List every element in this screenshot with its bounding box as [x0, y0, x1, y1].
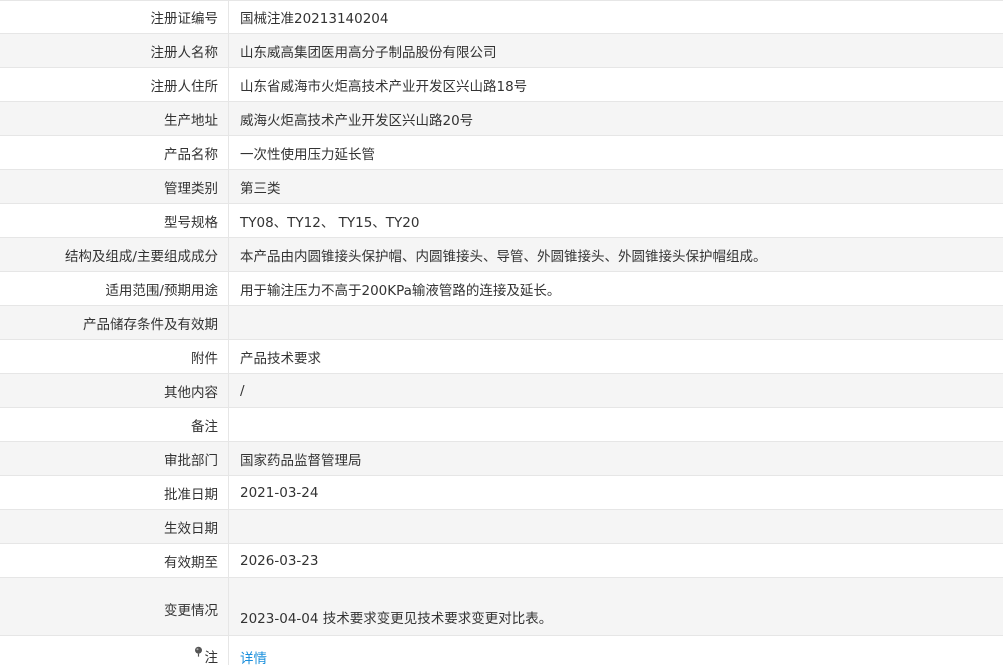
field-value: 2023-04-04 技术要求变更见技术要求变更对比表。	[229, 578, 1003, 635]
field-value: 山东省威海市火炬高技术产业开发区兴山路18号	[240, 78, 528, 95]
field-value	[229, 408, 1003, 441]
row-attachment: 附件 产品技术要求	[0, 340, 1003, 374]
field-label: 附件	[0, 340, 229, 373]
field-value: 国家药品监督管理局	[229, 442, 1003, 475]
note-value-cell: 详情	[229, 636, 1003, 665]
field-label: 其他内容	[0, 374, 229, 407]
row-registrant-address: 注册人住所 山东省威海市火炬高技术产业开发区兴山路18号	[0, 68, 1003, 102]
field-label: 产品储存条件及有效期	[0, 306, 229, 339]
row-intended-use: 适用范围/预期用途 用于输注压力不高于200KPa输液管路的连接及延长。	[0, 272, 1003, 306]
field-value: 国械注准20213140204	[240, 11, 389, 27]
row-approval-department: 审批部门 国家药品监督管理局	[0, 442, 1003, 476]
field-value: 用于输注压力不高于200KPa输液管路的连接及延长。	[240, 282, 561, 299]
field-label: 变更情况	[0, 578, 229, 635]
field-value: 第三类	[229, 170, 1003, 203]
field-value: TY08、TY12、 TY15、TY20	[240, 214, 420, 231]
row-valid-until: 有效期至 2026-03-23	[0, 544, 1003, 578]
field-label: 管理类别	[0, 170, 229, 203]
row-effective-date: 生效日期	[0, 510, 1003, 544]
field-value: 本产品由内圆锥接头保护帽、内圆锥接头、导管、外圆锥接头、外圆锥接头保护帽组成。	[229, 238, 1003, 271]
field-label: 注册人名称	[0, 34, 229, 67]
row-other-content: 其他内容 /	[0, 374, 1003, 408]
note-label: 注	[204, 650, 219, 665]
field-label: 型号规格	[0, 204, 229, 237]
field-label: 有效期至	[0, 544, 229, 577]
field-value	[229, 510, 1003, 543]
field-label: 生效日期	[0, 510, 229, 543]
field-label: 注册人住所	[0, 68, 229, 101]
field-value: 山东威高集团医用高分子制品股份有限公司	[229, 34, 1003, 67]
field-label: 产品名称	[0, 136, 229, 169]
row-approval-date: 批准日期 2021-03-24	[0, 476, 1003, 510]
row-product-name: 产品名称 一次性使用压力延长管	[0, 136, 1003, 170]
row-management-category: 管理类别 第三类	[0, 170, 1003, 204]
field-value: 2021-03-24	[240, 484, 319, 501]
field-label: 批准日期	[0, 476, 229, 509]
field-value	[229, 306, 1003, 339]
row-change-history: 变更情况 2023-04-04 技术要求变更见技术要求变更对比表。	[0, 578, 1003, 636]
row-remarks: 备注	[0, 408, 1003, 442]
row-storage-conditions: 产品储存条件及有效期	[0, 306, 1003, 340]
field-value: /	[229, 374, 1003, 407]
field-label: 生产地址	[0, 102, 229, 135]
field-label: 适用范围/预期用途	[0, 272, 229, 305]
row-note: 注 详情	[0, 636, 1003, 665]
row-production-address: 生产地址 威海火炬高技术产业开发区兴山路20号	[0, 102, 1003, 136]
row-registrant-name: 注册人名称 山东威高集团医用高分子制品股份有限公司	[0, 34, 1003, 68]
field-value: 2026-03-23	[240, 552, 319, 569]
note-label-cell: 注	[0, 636, 229, 665]
field-label: 注册证编号	[0, 1, 229, 33]
row-registration-number: 注册证编号 国械注准20213140204	[0, 1, 1003, 34]
pin-icon	[194, 646, 202, 657]
field-value: 产品技术要求	[240, 350, 321, 367]
row-model-spec: 型号规格 TY08、TY12、 TY15、TY20	[0, 204, 1003, 238]
field-label: 结构及组成/主要组成成分	[0, 238, 229, 271]
row-structure-composition: 结构及组成/主要组成成分 本产品由内圆锥接头保护帽、内圆锥接头、导管、外圆锥接头…	[0, 238, 1003, 272]
details-link[interactable]: 详情	[240, 647, 267, 665]
field-label: 备注	[0, 408, 229, 441]
field-label: 审批部门	[0, 442, 229, 475]
field-value: 威海火炬高技术产业开发区兴山路20号	[229, 102, 1003, 135]
registration-detail-table: 注册证编号 国械注准20213140204 注册人名称 山东威高集团医用高分子制…	[0, 0, 1003, 665]
field-value: 一次性使用压力延长管	[240, 146, 375, 163]
